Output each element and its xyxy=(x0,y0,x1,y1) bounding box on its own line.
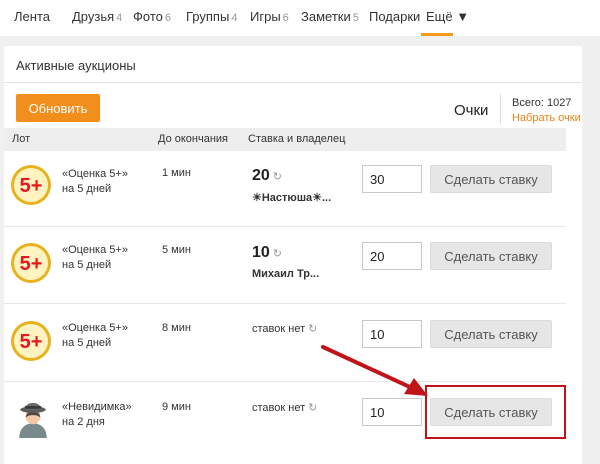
current-bid: 20 ↻ xyxy=(252,167,282,185)
nav-item-count: 4 xyxy=(231,12,238,24)
nav-item-notes[interactable]: Заметки 5 xyxy=(301,9,359,24)
time-left: 5 мин xyxy=(162,244,191,256)
no-bids-label: ставок нет ↻ xyxy=(252,322,317,335)
nav-item-label: Ещё ▼ xyxy=(426,9,470,24)
lot-duration: на 5 дней xyxy=(62,259,112,271)
nav-item-count: 4 xyxy=(116,12,123,24)
refresh-icon[interactable]: ↻ xyxy=(308,402,317,414)
lot-duration: на 5 дней xyxy=(62,183,112,195)
refresh-icon[interactable]: ↻ xyxy=(273,171,282,183)
lot-name: «Невидимка» xyxy=(62,401,132,413)
row-divider xyxy=(4,226,566,227)
lot-name: «Оценка 5+» xyxy=(62,244,128,256)
lot-name: «Оценка 5+» xyxy=(62,322,128,334)
nav-item-feed[interactable]: Лента xyxy=(14,9,50,24)
bid-amount-input[interactable] xyxy=(362,165,422,193)
nav-item-more[interactable]: Ещё ▼ xyxy=(426,9,469,24)
column-header-bid-owner: Ставка и владелец xyxy=(248,133,346,145)
lot-duration: на 2 дня xyxy=(62,416,105,428)
place-bid-button[interactable]: Сделать ставку xyxy=(430,320,552,348)
nav-item-gifts[interactable]: Подарки xyxy=(369,9,420,24)
top-navigation: Лента Друзья 4 Фото 6 Группы 4 Игры 6 Заметк… xyxy=(0,0,600,36)
bid-owner[interactable]: ☀Настюша☀... xyxy=(252,191,331,204)
nav-item-label: Фото xyxy=(133,9,163,24)
refresh-button[interactable]: Обновить xyxy=(16,94,100,122)
refresh-icon[interactable]: ↻ xyxy=(308,323,317,335)
current-bid: 10 ↻ xyxy=(252,244,282,262)
points-label: Очки xyxy=(454,102,489,119)
no-bids-text: ставок нет xyxy=(252,402,306,414)
nav-item-groups[interactable]: Группы 4 xyxy=(186,9,237,24)
bid-owner[interactable]: Михаил Тр... xyxy=(252,268,319,280)
bid-amount-input[interactable] xyxy=(362,320,422,348)
bid-amount: 10 xyxy=(252,244,270,261)
column-header-time-left: До окончания xyxy=(158,133,229,145)
nav-item-friends[interactable]: Друзья 4 xyxy=(72,9,122,24)
red-highlight-box xyxy=(425,385,566,439)
grade-5plus-icon: 5+ xyxy=(11,165,51,205)
bid-amount: 20 xyxy=(252,167,270,184)
row-divider xyxy=(4,303,566,304)
nav-item-label: Подарки xyxy=(369,9,421,24)
nav-item-label: Игры xyxy=(250,9,281,24)
nav-item-count: 5 xyxy=(352,12,359,24)
bid-amount-input[interactable] xyxy=(362,398,422,426)
row-divider xyxy=(4,381,566,382)
total-points: Всего: 1027 xyxy=(512,97,572,109)
time-left: 9 мин xyxy=(162,401,191,413)
nav-item-count: 6 xyxy=(282,12,289,24)
nav-item-label: Заметки xyxy=(301,9,351,24)
nav-item-count: 6 xyxy=(164,12,171,24)
title-divider xyxy=(4,82,582,83)
svg-text:5+: 5+ xyxy=(20,175,43,197)
lot-name: «Оценка 5+» xyxy=(62,168,128,180)
bid-amount-input[interactable] xyxy=(362,242,422,270)
column-header-lot: Лот xyxy=(12,133,31,145)
time-left: 8 мин xyxy=(162,322,191,334)
invisible-man-icon xyxy=(19,402,47,438)
panel-title: Активные аукционы xyxy=(16,58,136,73)
grade-5plus-icon: 5+ xyxy=(11,321,51,361)
no-bids-text: ставок нет xyxy=(252,323,306,335)
place-bid-button[interactable]: Сделать ставку xyxy=(430,165,552,193)
points-divider xyxy=(500,94,501,124)
refresh-icon[interactable]: ↻ xyxy=(273,248,282,260)
grade-5plus-icon: 5+ xyxy=(11,243,51,283)
nav-item-photos[interactable]: Фото 6 xyxy=(133,9,171,24)
time-left: 1 мин xyxy=(162,167,191,179)
svg-text:5+: 5+ xyxy=(20,253,43,275)
no-bids-label: ставок нет ↻ xyxy=(252,401,317,414)
place-bid-button[interactable]: Сделать ставку xyxy=(430,242,552,270)
nav-item-games[interactable]: Игры 6 xyxy=(250,9,289,24)
lot-duration: на 5 дней xyxy=(62,337,112,349)
svg-text:5+: 5+ xyxy=(20,331,43,353)
nav-item-label: Группы xyxy=(186,9,230,24)
earn-points-link[interactable]: Набрать очки xyxy=(512,112,581,124)
nav-item-label: Лента xyxy=(14,9,50,24)
nav-item-label: Друзья xyxy=(72,9,115,24)
